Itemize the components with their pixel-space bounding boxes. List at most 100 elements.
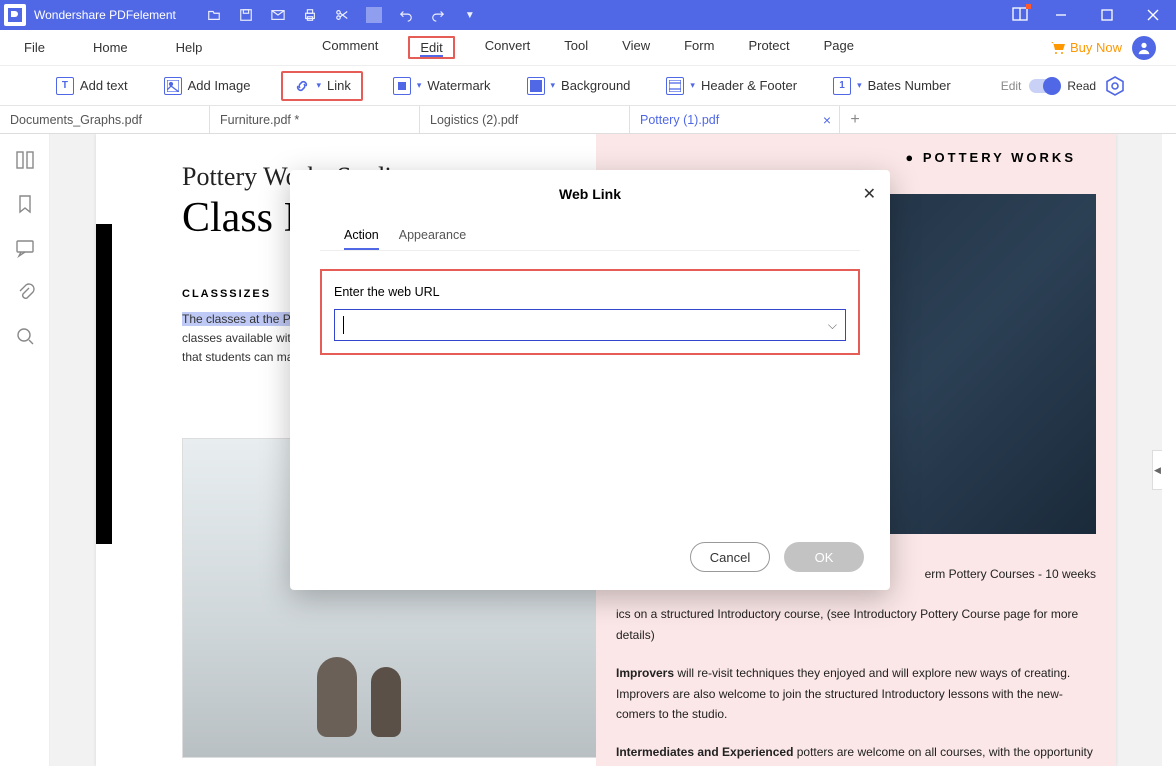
- add-tab-button[interactable]: +: [840, 106, 870, 133]
- document-tabs: Documents_Graphs.pdf Furniture.pdf * Log…: [0, 106, 1176, 134]
- open-icon[interactable]: [206, 7, 222, 23]
- thumbnails-icon[interactable]: [15, 150, 35, 170]
- mode-edit-label: Edit: [1001, 79, 1022, 93]
- dialog-cancel-button[interactable]: Cancel: [690, 542, 770, 572]
- doc-brand: ● POTTERY WORKS: [905, 150, 1076, 165]
- right-rail: [1162, 134, 1176, 766]
- tool-add-image[interactable]: Add Image: [158, 75, 257, 97]
- dialog-tab-appearance[interactable]: Appearance: [399, 222, 466, 250]
- menu-file[interactable]: File: [20, 38, 49, 57]
- menu-help[interactable]: Help: [172, 38, 207, 57]
- tool-bates-label: Bates Number: [868, 78, 951, 93]
- menu-home[interactable]: Home: [89, 38, 132, 57]
- page-decor-strip: [96, 224, 112, 544]
- avatar[interactable]: [1132, 36, 1156, 60]
- save-icon[interactable]: [238, 7, 254, 23]
- bookmark-icon[interactable]: [15, 194, 35, 214]
- dialog-url-section-highlighted: Enter the web URL ⌵: [320, 269, 860, 355]
- menu-edit-highlighted[interactable]: Edit: [408, 36, 454, 59]
- doc-tab-label: Pottery (1).pdf: [640, 113, 719, 127]
- chevron-down-icon: ▾: [857, 80, 862, 91]
- split-view-icon[interactable]: [1012, 7, 1028, 24]
- chevron-down-icon: ▾: [551, 80, 556, 91]
- dialog-ok-button[interactable]: OK: [784, 542, 864, 572]
- settings-hex-icon[interactable]: [1104, 75, 1126, 97]
- dialog-close-button[interactable]: ✕: [863, 184, 876, 204]
- url-input-wrap[interactable]: ⌵: [334, 309, 846, 341]
- buy-now-link[interactable]: Buy Now: [1050, 40, 1122, 56]
- tool-bates[interactable]: 1 ▾ Bates Number: [827, 75, 957, 97]
- menu-form[interactable]: Form: [680, 36, 718, 59]
- doc-tab-2[interactable]: Furniture.pdf *: [210, 106, 420, 133]
- attachment-icon[interactable]: [15, 282, 35, 302]
- doc-tab-label: Furniture.pdf *: [220, 113, 299, 127]
- chevron-down-icon: ▾: [417, 80, 422, 91]
- tool-link-label: Link: [327, 78, 351, 93]
- search-icon[interactable]: [15, 326, 35, 346]
- app-logo: [4, 4, 26, 26]
- expand-right-handle[interactable]: ◀: [1152, 450, 1162, 490]
- undo-icon[interactable]: [398, 7, 414, 23]
- redo-icon[interactable]: [430, 7, 446, 23]
- tool-add-image-label: Add Image: [188, 78, 251, 93]
- tool-header-footer[interactable]: ▾ Header & Footer: [660, 75, 803, 97]
- toggle-switch[interactable]: [1029, 79, 1059, 93]
- text-icon: T: [56, 77, 74, 95]
- doc-tab-4-active[interactable]: Pottery (1).pdf ×: [630, 106, 840, 133]
- image-icon: [164, 77, 182, 95]
- mail-icon[interactable]: [270, 7, 286, 23]
- maximize-button[interactable]: [1084, 0, 1130, 30]
- menu-page[interactable]: Page: [820, 36, 858, 59]
- tool-header-footer-label: Header & Footer: [701, 78, 797, 93]
- header-footer-icon: [666, 77, 684, 95]
- print-icon[interactable]: [302, 7, 318, 23]
- chevron-down-icon: ▾: [690, 80, 695, 91]
- dialog-tabs: Action Appearance: [320, 222, 860, 251]
- left-rail: [0, 134, 50, 766]
- url-input-label: Enter the web URL: [334, 285, 440, 299]
- link-icon: [293, 77, 311, 95]
- titlebar: Wondershare PDFelement ▼: [0, 0, 1176, 30]
- buy-now-label: Buy Now: [1070, 40, 1122, 55]
- menu-protect[interactable]: Protect: [744, 36, 793, 59]
- url-dropdown-icon[interactable]: ⌵: [828, 318, 837, 333]
- web-link-dialog: Web Link ✕ Action Appearance Enter the w…: [290, 170, 890, 590]
- app-title: Wondershare PDFelement: [34, 8, 176, 22]
- background-icon: [527, 77, 545, 95]
- tool-background[interactable]: ▾ Background: [521, 75, 637, 97]
- scissors-icon[interactable]: [334, 7, 350, 23]
- menu-convert[interactable]: Convert: [481, 36, 535, 59]
- tool-watermark-label: Watermark: [427, 78, 490, 93]
- tool-link-highlighted[interactable]: ▾ Link: [281, 71, 363, 101]
- close-tab-icon[interactable]: ×: [823, 112, 831, 128]
- cart-icon: [1050, 40, 1066, 56]
- tool-watermark[interactable]: ▾ Watermark: [387, 75, 497, 97]
- doc-tab-label: Documents_Graphs.pdf: [10, 113, 142, 127]
- doc-tab-3[interactable]: Logistics (2).pdf: [420, 106, 630, 133]
- mode-read-label: Read: [1067, 79, 1096, 93]
- dialog-tab-action[interactable]: Action: [344, 222, 379, 250]
- menu-comment[interactable]: Comment: [318, 36, 382, 59]
- watermark-icon: [393, 77, 411, 95]
- doc-tab-label: Logistics (2).pdf: [430, 113, 518, 127]
- menu-edit[interactable]: Edit: [420, 40, 442, 57]
- doc-right-text: erm Pottery Courses - 10 weeks ics on a …: [616, 564, 1096, 766]
- minimize-button[interactable]: [1038, 0, 1084, 30]
- menubar: File Home Help Comment Edit Convert Tool…: [0, 30, 1176, 66]
- title-tool-icons: ▼: [206, 7, 478, 23]
- doc-tab-1[interactable]: Documents_Graphs.pdf: [0, 106, 210, 133]
- menu-tool[interactable]: Tool: [560, 36, 592, 59]
- close-window-button[interactable]: [1130, 0, 1176, 30]
- url-input[interactable]: [344, 318, 828, 333]
- dropdown-icon[interactable]: ▼: [462, 7, 478, 23]
- mode-toggle[interactable]: Edit Read: [1001, 75, 1126, 97]
- comment-panel-icon[interactable]: [15, 238, 35, 258]
- tool-background-label: Background: [561, 78, 630, 93]
- edit-toolbar: T Add text Add Image ▾ Link ▾ Watermark …: [0, 66, 1176, 106]
- chevron-down-icon: ▾: [317, 80, 322, 91]
- bates-icon: 1: [833, 77, 851, 95]
- dialog-title: Web Link: [290, 170, 890, 212]
- tool-add-text[interactable]: T Add text: [50, 75, 134, 97]
- menu-view[interactable]: View: [618, 36, 654, 59]
- tool-add-text-label: Add text: [80, 78, 128, 93]
